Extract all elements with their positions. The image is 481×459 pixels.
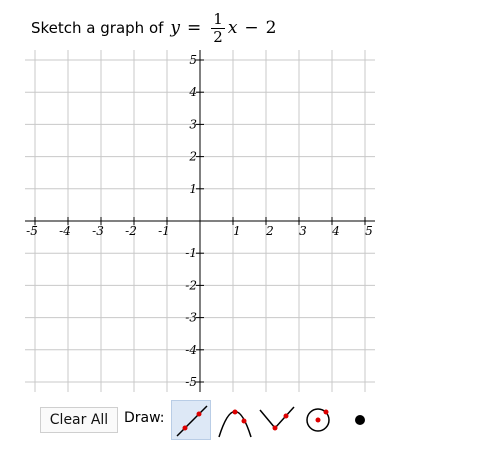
equation-equals: = — [187, 18, 202, 38]
equation: y = 1 2 x − 2 — [170, 9, 277, 46]
line-tool-icon — [176, 405, 208, 437]
question-prompt: Sketch a graph of y = 1 2 x − 2 — [31, 6, 276, 50]
x-tick-label: 3 — [299, 224, 307, 238]
y-tick-label: 1 — [189, 182, 197, 196]
equation-constant: 2 — [265, 18, 277, 38]
equation-minus: − — [244, 18, 259, 38]
circle-tool-button[interactable] — [298, 400, 338, 440]
prompt-text: Sketch a graph of — [31, 19, 164, 37]
clear-all-button[interactable]: Clear All — [40, 407, 118, 433]
circle-tool-icon — [306, 408, 330, 432]
y-tick-label: -5 — [185, 375, 197, 389]
x-tick-label: -1 — [158, 224, 170, 238]
x-tick-label: -2 — [125, 224, 137, 238]
y-tick-label: 5 — [189, 53, 197, 67]
graph-canvas[interactable]: -5 -4 -3 -2 -1 1 2 3 4 5 5 4 3 2 1 -1 -2 -3 -4 -5 — [25, 50, 375, 392]
fraction-denominator: 2 — [213, 27, 223, 46]
line-tool-button[interactable] — [171, 400, 211, 440]
x-tick-label: 2 — [265, 224, 274, 238]
x-tick-label: 4 — [331, 224, 340, 238]
y-tick-label: -2 — [185, 278, 197, 292]
axes — [25, 50, 375, 392]
y-tick-label: 2 — [188, 150, 197, 164]
y-tick-label: 3 — [189, 117, 197, 131]
equation-x: x — [227, 18, 238, 38]
absolute-value-tool-icon — [259, 406, 295, 431]
point-tool-icon — [355, 415, 365, 425]
parabola-tool-button[interactable] — [215, 400, 255, 440]
parabola-tool-icon — [218, 409, 252, 438]
x-tick-label: 5 — [365, 224, 373, 238]
absolute-value-tool-button[interactable] — [257, 400, 297, 440]
x-tick-label: 1 — [233, 224, 241, 238]
equation-y: y — [170, 18, 181, 38]
x-tick-label: -5 — [26, 224, 38, 238]
draw-label: Draw: — [124, 410, 165, 426]
y-tick-label: -3 — [185, 311, 197, 325]
point-tool-button[interactable] — [340, 400, 380, 440]
y-tick-label: 4 — [188, 85, 197, 99]
x-tick-label: -3 — [92, 224, 104, 238]
fraction-numerator: 1 — [211, 9, 225, 29]
y-tick-label: -4 — [185, 343, 197, 357]
x-tick-label: -4 — [59, 224, 71, 238]
equation-fraction: 1 2 — [211, 9, 225, 46]
y-tick-label: -1 — [185, 246, 197, 260]
